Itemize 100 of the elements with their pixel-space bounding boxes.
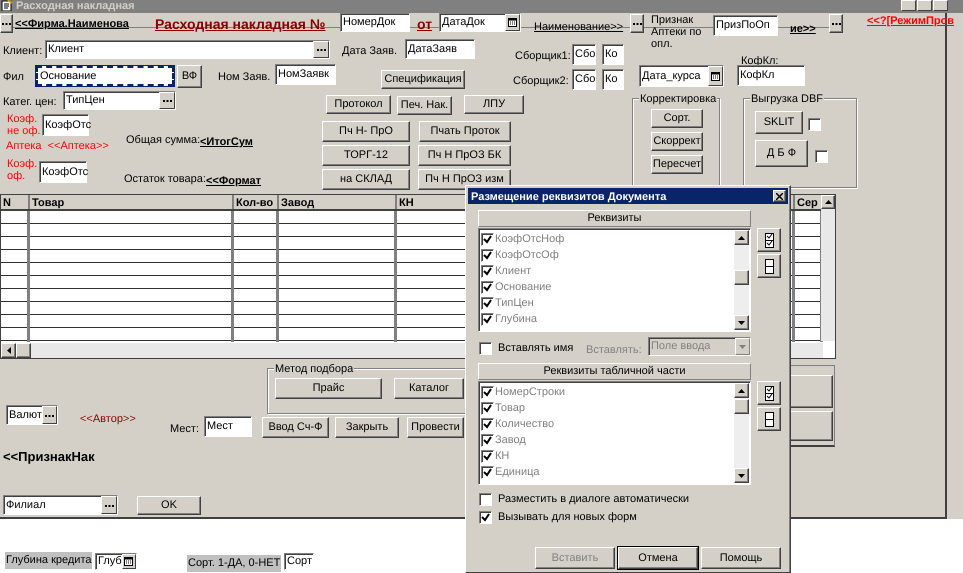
checkbox[interactable]: [815, 150, 828, 163]
list-item[interactable]: Завод: [495, 432, 526, 448]
column-header[interactable]: Завод: [279, 195, 397, 209]
form-button[interactable]: ЛПУ: [464, 95, 524, 114]
input-field[interactable]: КоэфОтс: [42, 114, 89, 136]
link[interactable]: <ИтогСум: [200, 134, 253, 150]
scrollbar[interactable]: [734, 230, 749, 330]
browse-button[interactable]: [829, 14, 843, 33]
form-button[interactable]: Закрыть: [335, 417, 399, 438]
column-header[interactable]: N: [1, 195, 30, 209]
scrollbar[interactable]: [734, 383, 749, 483]
checkbox[interactable]: [479, 492, 492, 506]
date-field[interactable]: Дата_курса: [639, 65, 724, 87]
form-button[interactable]: [788, 375, 833, 408]
form-button[interactable]: Спецификация: [381, 70, 465, 89]
scroll-thumb[interactable]: [734, 270, 749, 285]
column-header[interactable]: Товар: [30, 195, 234, 209]
scroll-up-button[interactable]: [734, 230, 749, 245]
input-field[interactable]: Сбо: [572, 69, 596, 90]
scroll-up-button[interactable]: [821, 195, 835, 209]
form-button[interactable]: Каталог: [394, 378, 464, 399]
input-field[interactable]: НомерДок: [340, 13, 410, 32]
dialog-button[interactable]: Отмена: [618, 547, 698, 569]
list-item[interactable]: КоэфОтсНоф: [495, 230, 564, 248]
input-field[interactable]: ДатаЗаяв: [405, 39, 475, 59]
input-field[interactable]: ПризПоОп: [713, 15, 778, 36]
list-item[interactable]: Основание: [495, 278, 552, 296]
form-button[interactable]: Ввод Сч-Ф: [262, 417, 329, 438]
input-field[interactable]: Сорт: [284, 553, 314, 570]
list-item[interactable]: НомерСтроки: [495, 384, 566, 400]
input-field[interactable]: КофКл: [737, 65, 805, 86]
date-field[interactable]: Глуб: [95, 553, 137, 570]
input-field[interactable]: Мест: [204, 416, 252, 437]
input-field[interactable]: Клиент: [45, 40, 330, 59]
form-button[interactable]: Печ. Нак.: [397, 96, 452, 115]
dialog-button[interactable]: Помощь: [701, 547, 781, 569]
scroll-down-button[interactable]: [734, 468, 749, 483]
form-button[interactable]: Д Б Ф: [755, 140, 808, 167]
list-item[interactable]: Единица: [495, 464, 540, 480]
link[interactable]: <<Формат: [206, 173, 262, 190]
date-field[interactable]: ДатаДок: [439, 13, 521, 32]
scroll-thumb[interactable]: [16, 343, 31, 358]
scroll-up-button[interactable]: [734, 383, 749, 398]
form-button[interactable]: [788, 411, 833, 441]
input-field[interactable]: Основание: [36, 66, 174, 86]
list-box[interactable]: НомерСтроки Товар Количество Завод КН Единица: [478, 381, 751, 485]
list-item[interactable]: ТипЦен: [495, 294, 534, 312]
form-button[interactable]: ВФ: [177, 65, 202, 88]
list-box[interactable]: КоэфОтсНоф КоэфОтсОф Клиент Основание ТипЦен Глубина: [478, 228, 751, 332]
checkbox[interactable]: [808, 118, 821, 131]
form-button[interactable]: Провести: [407, 417, 464, 438]
form-button[interactable]: на СКЛАД: [322, 169, 410, 190]
list-item[interactable]: Количество: [495, 416, 554, 432]
scroll-thumb[interactable]: [734, 399, 749, 414]
scroll-left-button[interactable]: [1, 343, 16, 358]
list-item[interactable]: Товар: [495, 400, 525, 416]
scrollbar[interactable]: [821, 195, 835, 341]
input-field[interactable]: ТипЦен: [63, 91, 176, 110]
check-all-button[interactable]: [757, 228, 781, 252]
form-button[interactable]: Протокол: [326, 95, 391, 114]
form-button[interactable]: Скоррект: [651, 132, 703, 151]
browse-button[interactable]: [159, 92, 175, 109]
calendar-button[interactable]: [708, 66, 723, 86]
form-button[interactable]: Сорт.: [651, 109, 703, 128]
list-item[interactable]: КоэфОтсОф: [495, 246, 559, 264]
form-button[interactable]: OK: [137, 496, 201, 515]
form-button[interactable]: Пч Н- ПрО: [322, 121, 410, 142]
checkbox[interactable]: [479, 510, 492, 524]
input-field[interactable]: КоэфОтс: [39, 161, 87, 183]
calendar-button[interactable]: [505, 14, 520, 31]
input-field[interactable]: Валют: [6, 405, 58, 425]
browse-button[interactable]: [42, 406, 57, 424]
link[interactable]: ие>>: [790, 21, 816, 38]
check-all-button[interactable]: [757, 381, 781, 405]
list-item[interactable]: КН: [495, 448, 510, 464]
form-button[interactable]: Пчать Проток: [419, 121, 511, 142]
form-button[interactable]: Пч Н ПрОЗ БК: [418, 145, 511, 166]
input-field[interactable]: Сбо: [572, 44, 596, 65]
browse-button[interactable]: [0, 14, 13, 33]
link[interactable]: <<Фирма.Наименова: [15, 16, 129, 32]
form-button[interactable]: Прайс: [275, 378, 382, 399]
scroll-down-button[interactable]: [734, 315, 749, 330]
uncheck-all-button[interactable]: [757, 254, 781, 278]
link[interactable]: Наименование>>: [534, 19, 624, 36]
input-field[interactable]: Филиал: [3, 495, 118, 515]
column-header[interactable]: Кол-во: [234, 195, 279, 209]
form-button[interactable]: ТОРГ-12: [322, 145, 410, 166]
uncheck-all-button[interactable]: [757, 407, 781, 431]
browse-button[interactable]: [630, 14, 644, 33]
list-item[interactable]: Глубина: [495, 310, 538, 328]
browse-button[interactable]: [101, 496, 117, 514]
browse-button[interactable]: [313, 41, 329, 58]
input-field[interactable]: Ко: [602, 69, 624, 90]
input-field[interactable]: НомЗаявк: [275, 64, 336, 85]
checkbox[interactable]: [479, 342, 492, 355]
calendar-button[interactable]: [122, 554, 136, 569]
input-field[interactable]: Ко: [602, 44, 624, 65]
list-item[interactable]: Клиент: [495, 262, 532, 280]
form-button[interactable]: Пересчет: [651, 155, 703, 174]
form-button[interactable]: SKLIT: [755, 111, 803, 134]
